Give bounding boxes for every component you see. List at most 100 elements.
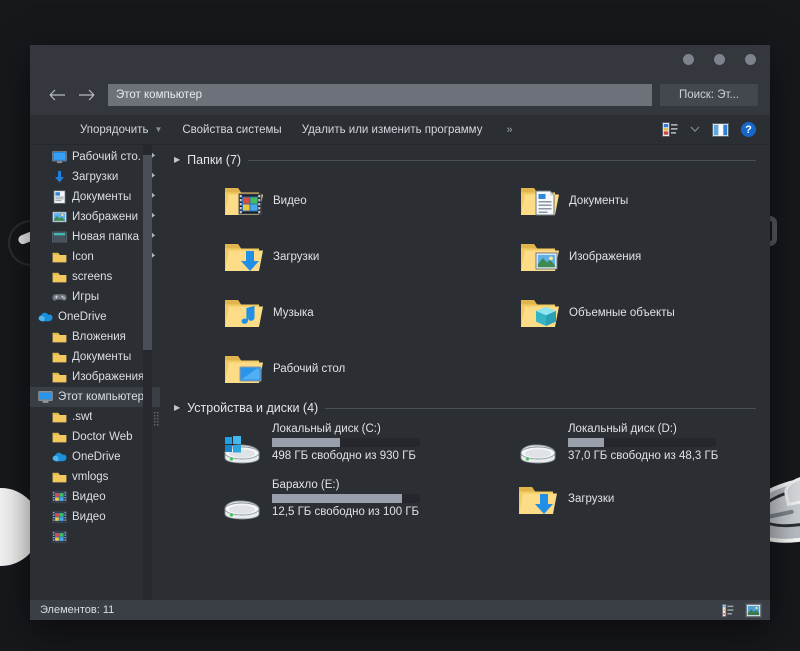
preview-pane-icon[interactable] (712, 122, 729, 137)
group-divider (325, 407, 756, 409)
sidebar-item-18[interactable]: Видео (30, 487, 160, 507)
video-folder-icon (52, 530, 67, 545)
help-icon[interactable]: ? (741, 122, 756, 137)
drive-usage-fill (568, 438, 604, 447)
sidebar-item-label: Документы (72, 191, 132, 203)
folder-tile-label: Загрузки (273, 251, 320, 263)
group-divider (248, 159, 756, 161)
sidebar-item-20[interactable] (30, 527, 160, 547)
search-input[interactable]: Поиск: Эт... (660, 84, 758, 106)
sidebar-item-14[interactable]: .swt (30, 407, 160, 427)
sidebar-item-7[interactable]: screens (30, 267, 160, 287)
sidebar-item-3[interactable]: Документы (30, 187, 160, 207)
minimize-button[interactable] (683, 54, 694, 65)
downloads-icon (52, 170, 67, 185)
file-explorer-window: Этот компьютер Поиск: Эт... Упорядочить … (30, 45, 770, 620)
sidebar-item-16[interactable]: OneDrive (30, 447, 160, 467)
sidebar-item-19[interactable]: Видео (30, 507, 160, 527)
drive-tile[interactable]: Локальный диск (D:) 37,0 ГБ свободно из 4… (470, 421, 756, 477)
address-bar-input[interactable]: Этот компьютер (108, 84, 652, 106)
sidebar-item-label: Изображения (72, 371, 145, 383)
expand-caret-icon[interactable]: ▶ (174, 404, 180, 412)
sidebar-item-4[interactable]: Изображени (30, 207, 160, 227)
sidebar-item-12[interactable]: Изображения (30, 367, 160, 387)
folder-tile[interactable]: Изображения (470, 229, 756, 285)
view-switcher (721, 602, 762, 618)
sidebar-item-label: Рабочий сто. (72, 151, 141, 163)
navigation-pane: Рабочий сто. Загрузки Документы Изображени Н… (30, 145, 160, 600)
downloads-folder-icon (518, 479, 558, 517)
expand-caret-icon[interactable]: ▶ (174, 156, 180, 164)
sidebar-item-1[interactable]: Рабочий сто. (30, 147, 160, 167)
folder-icon (52, 350, 67, 365)
toolbar-overflow-button[interactable]: » (492, 124, 525, 136)
close-button[interactable] (745, 54, 756, 65)
sidebar-item-17[interactable]: vmlogs (30, 467, 160, 487)
folder-tile-label: Объемные объекты (569, 307, 675, 319)
folder-tile[interactable]: Музыка (174, 285, 460, 341)
folder-tile[interactable]: Рабочий стол (174, 341, 460, 397)
drives-group-title: Устройства и диски (4) (187, 401, 319, 415)
system-properties-button[interactable]: Свойства системы (172, 117, 291, 143)
organize-label: Упорядочить (80, 123, 149, 136)
video-folder-icon (52, 490, 67, 505)
tiles-view-icon[interactable] (745, 602, 762, 618)
drive-usage-fill (272, 494, 403, 503)
sidebar-item-5[interactable]: Новая папка (30, 227, 160, 247)
organize-button[interactable]: Упорядочить ▼ (70, 117, 172, 143)
folder-icon (52, 410, 67, 425)
desktop-folder-icon (224, 352, 264, 386)
folder-tile-label: Музыка (273, 307, 314, 319)
drive-tile[interactable]: Локальный диск (C:) 498 ГБ свободно из 93… (174, 421, 460, 477)
onedrive-icon (52, 450, 67, 465)
system-properties-label: Свойства системы (182, 123, 282, 136)
sidebar-item-9[interactable]: OneDrive (30, 307, 160, 327)
drive-tile[interactable]: Барахло (E:) 12,5 ГБ свободно из 100 ГБ (174, 477, 460, 533)
command-toolbar: Упорядочить ▼ Свойства системы Удалить и… (30, 115, 770, 145)
sidebar-item-8[interactable]: Игры (30, 287, 160, 307)
folder-tile[interactable]: Документы (470, 173, 756, 229)
sidebar-item-15[interactable]: Doctor Web (30, 427, 160, 447)
folder-tile-label: Изображения (569, 251, 642, 263)
folder-icon (52, 370, 67, 385)
sidebar-item-2[interactable]: Загрузки (30, 167, 160, 187)
drives-group-header[interactable]: ▶ Устройства и диски (4) (174, 401, 756, 415)
sidebar-item-label: .swt (72, 411, 93, 423)
wallpaper-saucer-dome (781, 471, 800, 507)
downloads-folder-icon (224, 240, 264, 274)
uninstall-change-program-button[interactable]: Удалить или изменить программу (292, 117, 493, 143)
sidebar-item-label: Doctor Web (72, 431, 133, 443)
address-bar-text: Этот компьютер (116, 89, 202, 101)
sidebar-item-13[interactable]: Этот компьютер (30, 387, 160, 407)
pane-splitter-grip[interactable] (153, 410, 160, 432)
view-options-icon[interactable] (662, 122, 678, 137)
sidebar-item-11[interactable]: Документы (30, 347, 160, 367)
drive-usage-bar (272, 494, 420, 503)
folder-tile[interactable]: Объемные объекты (470, 285, 756, 341)
chevron-down-icon[interactable] (690, 126, 700, 133)
folder-tile[interactable]: Загрузки (174, 229, 460, 285)
drive-icon (518, 423, 558, 465)
maximize-button[interactable] (714, 54, 725, 65)
toolbar-right-group: ? (662, 122, 758, 137)
drives-grid: Локальный диск (C:) 498 ГБ свободно из 93… (174, 421, 756, 533)
chevron-down-icon: ▼ (154, 125, 163, 134)
music-folder-icon (224, 296, 264, 330)
details-view-icon[interactable] (721, 603, 738, 618)
drive-name-label: Барахло (E:) (272, 479, 340, 491)
back-arrow-icon[interactable] (44, 82, 72, 108)
folders-group-header[interactable]: ▶ Папки (7) (174, 153, 756, 167)
folder-icon (52, 330, 67, 345)
drive-name-label: Локальный диск (C:) (272, 423, 381, 435)
computer-icon (38, 390, 53, 405)
drive-free-label: 12,5 ГБ свободно из 100 ГБ (272, 506, 420, 518)
navigation-tree: Рабочий сто. Загрузки Документы Изображени Н… (30, 145, 160, 547)
sidebar-item-label: Игры (72, 291, 100, 303)
window-titlebar[interactable] (30, 45, 770, 75)
sidebar-item-10[interactable]: Вложения (30, 327, 160, 347)
sidebar-scrollbar-thumb[interactable] (143, 155, 152, 350)
folder-tile[interactable]: Видео (174, 173, 460, 229)
forward-arrow-icon[interactable] (72, 82, 100, 108)
sidebar-item-6[interactable]: Icon (30, 247, 160, 267)
drive-tile[interactable]: Загрузки (470, 477, 756, 533)
